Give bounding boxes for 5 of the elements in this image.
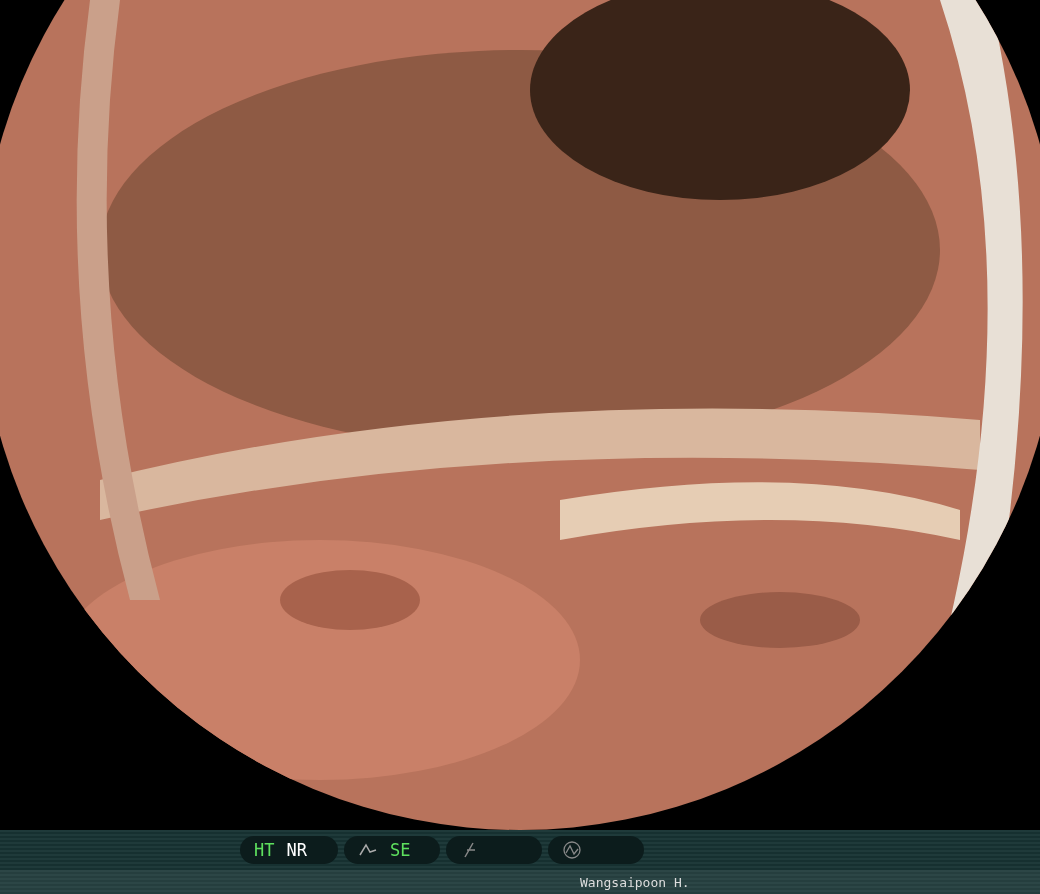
indicator-label: SE — [390, 840, 411, 860]
operator-name: Wangsaipoon H. — [580, 874, 690, 890]
indicator-label: NR — [286, 840, 307, 860]
wave-icon — [562, 840, 582, 860]
indicator-label: HT — [254, 840, 275, 860]
